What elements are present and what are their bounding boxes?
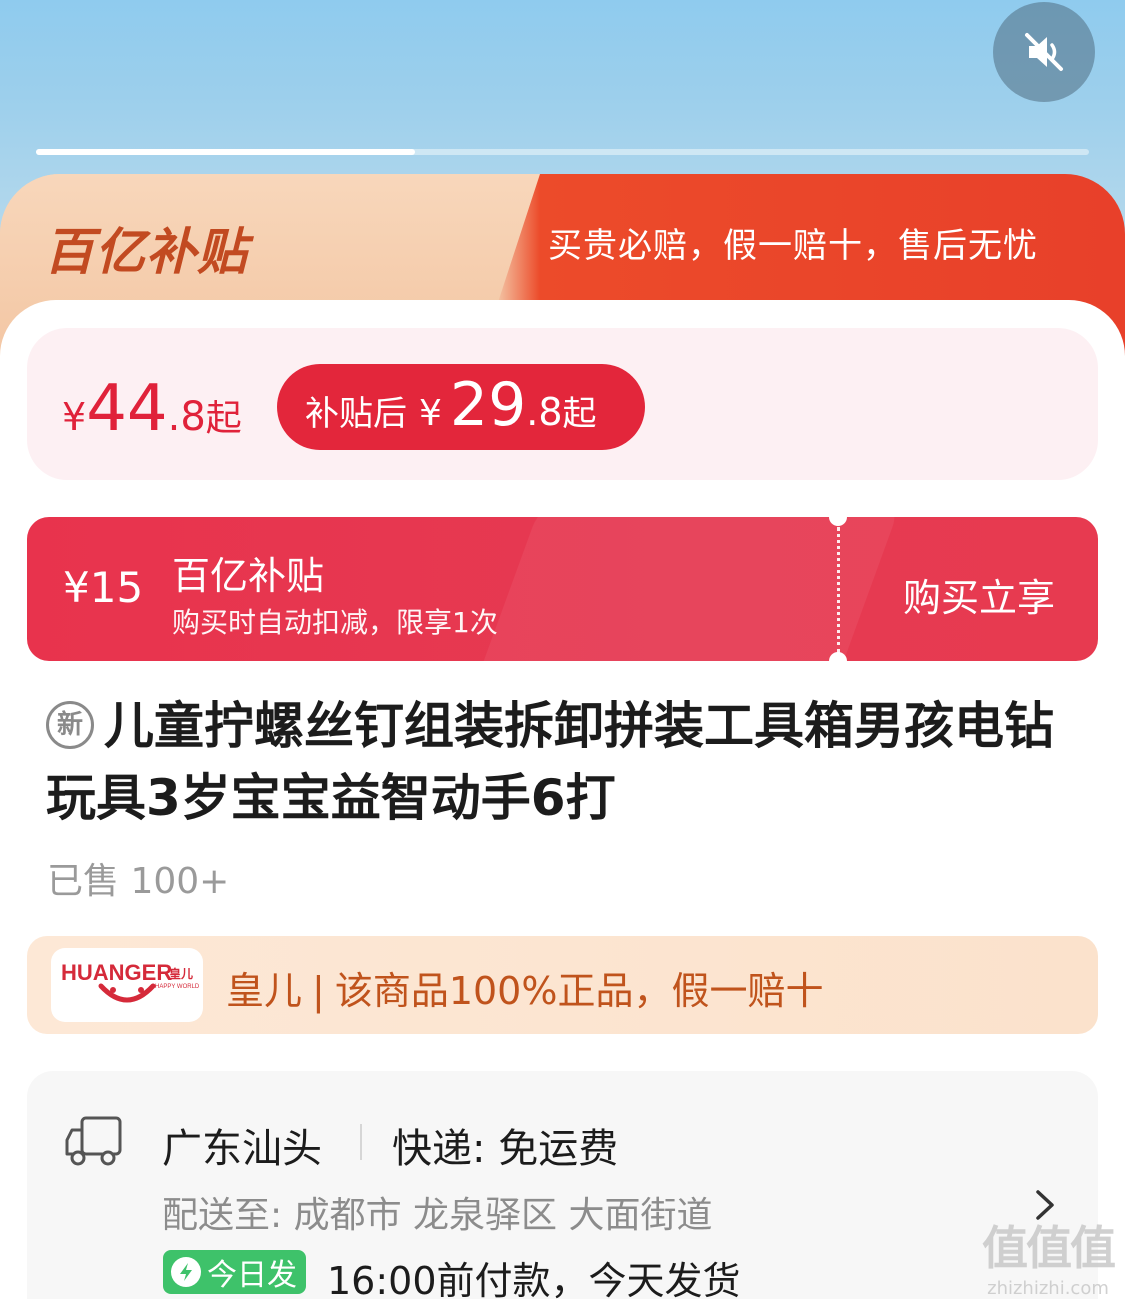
subsidy-slogan: 买贵必赔，假一赔十，售后无忧 — [548, 226, 1038, 266]
subsidy-coupon[interactable]: ¥15 百亿补贴 购买时自动扣减，限享1次 购买立享 — [27, 517, 1098, 661]
coupon-description: 购买时自动扣减，限享1次 — [172, 606, 498, 639]
product-title-block: 新儿童拧螺丝钉组装拆卸拼装工具箱男孩电钻玩具3岁宝宝益智动手6打 — [46, 690, 1086, 834]
coupon-title: 百亿补贴 — [172, 554, 325, 598]
brand-guarantee-bar[interactable]: HUANGER 皇儿 HAPPY WORLD 皇儿 | 该商品100%正品，假一赔十 — [27, 936, 1098, 1034]
product-detail-page: 百亿补贴 买贵必赔，假一赔十，售后无忧 ¥44.8起 补贴后 ¥ 29.8 起 ¥… — [0, 0, 1125, 1299]
coupon-divider — [837, 527, 840, 653]
lightning-icon — [171, 1257, 201, 1287]
coupon-amount: ¥15 — [63, 563, 144, 612]
buy-now-button[interactable]: 购买立享 — [903, 567, 1055, 622]
authentic-claim: 该商品100%正品，假一赔十 — [334, 969, 824, 1013]
mute-button[interactable] — [993, 2, 1095, 102]
subsidy-logo: 百亿补贴 — [44, 223, 248, 281]
brand-logo: HUANGER 皇儿 HAPPY WORLD — [51, 948, 203, 1022]
video-progress-bar[interactable] — [36, 149, 1089, 155]
new-badge: 新 — [46, 700, 94, 749]
ships-today-badge: 今日发 — [163, 1250, 306, 1294]
sold-count: 已售 100+ — [47, 861, 230, 902]
brand-name: 皇儿 — [226, 969, 303, 1013]
speaker-muted-icon — [1025, 33, 1063, 71]
brand-guarantee-text: 皇儿 | 该商品100%正品，假一赔十 — [226, 969, 824, 1013]
subsidy-price-pill[interactable]: 补贴后 ¥ 29.8 起 — [277, 364, 645, 450]
ship-origin: 广东汕头 — [162, 1126, 322, 1172]
delivery-destination: 配送至: 成都市 龙泉驿区 大面街道 — [162, 1195, 713, 1236]
site-watermark: 值值值 zhizhizhi.com — [982, 1221, 1116, 1299]
original-price: ¥44.8起 — [62, 372, 242, 446]
svg-text:皇儿: 皇儿 — [169, 966, 193, 981]
dispatch-note: 16:00前付款，今天发货 — [327, 1259, 741, 1299]
svg-text:HUANGER: HUANGER — [61, 960, 172, 985]
shipping-method: 快递: 免运费 — [392, 1126, 619, 1172]
product-title: 儿童拧螺丝钉组装拆卸拼装工具箱男孩电钻玩具3岁宝宝益智动手6打 — [46, 697, 1054, 827]
truck-icon — [64, 1116, 124, 1172]
video-progress-fill — [36, 149, 416, 155]
svg-text:HAPPY WORLD: HAPPY WORLD — [155, 984, 200, 990]
divider — [360, 1124, 362, 1160]
brand-logo-image: HUANGER 皇儿 HAPPY WORLD — [61, 960, 200, 1003]
